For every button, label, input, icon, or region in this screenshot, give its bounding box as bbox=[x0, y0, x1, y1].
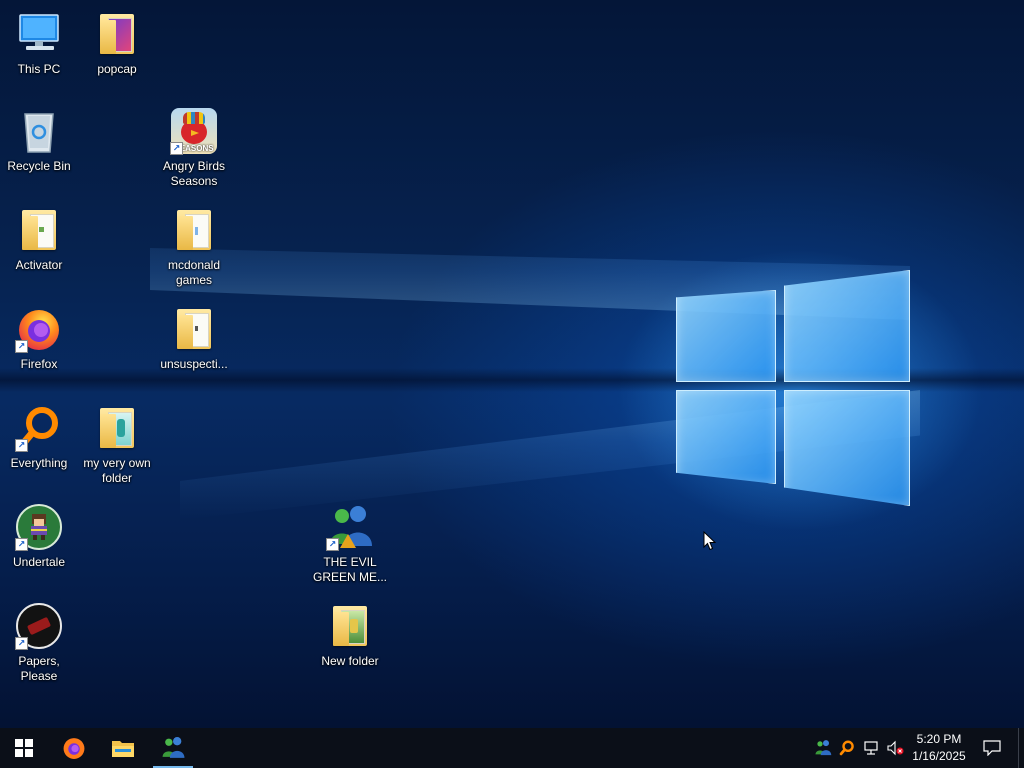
folder-icon bbox=[170, 305, 218, 353]
desktop-icon-label: Everything bbox=[10, 456, 68, 470]
desktop-icon-label: mcdonald games bbox=[167, 258, 221, 287]
undertale-icon: ↗ bbox=[15, 503, 63, 551]
desktop-icon-this-pc[interactable]: This PC bbox=[0, 10, 78, 77]
shortcut-arrow-icon: ↗ bbox=[170, 142, 183, 155]
taskbar-clock[interactable]: 5:20 PM 1/16/2025 bbox=[904, 731, 974, 765]
clock-date: 1/16/2025 bbox=[912, 749, 966, 763]
desktop-icon-papers-please[interactable]: ↗ Papers, Please bbox=[0, 602, 78, 684]
desktop-icon-firefox[interactable]: ↗ Firefox bbox=[0, 305, 78, 372]
desktop-icon-label: Recycle Bin bbox=[7, 159, 71, 173]
desktop-icon-label: Papers, Please bbox=[18, 654, 60, 683]
action-center-button[interactable] bbox=[978, 728, 1006, 768]
desktop-icon-my-very-own-folder[interactable]: my very own folder bbox=[78, 404, 156, 486]
network-icon[interactable] bbox=[860, 728, 882, 768]
shortcut-arrow-icon: ↗ bbox=[15, 439, 28, 452]
desktop-icon-activator[interactable]: Activator bbox=[0, 206, 78, 273]
desktop-icon-undertale[interactable]: ↗ Undertale bbox=[0, 503, 78, 570]
recycle-bin-icon bbox=[15, 107, 63, 155]
desktop-icon-label: Angry Birds Seasons bbox=[162, 159, 226, 188]
shortcut-arrow-icon: ↗ bbox=[15, 637, 28, 650]
everything-search-icon: ↗ bbox=[15, 404, 63, 452]
shortcut-arrow-icon: ↗ bbox=[326, 538, 339, 551]
taskbar: 5:20 PM 1/16/2025 bbox=[0, 728, 1024, 768]
wallpaper-logo-pane bbox=[676, 390, 776, 484]
taskbar-messenger-button[interactable] bbox=[149, 728, 197, 768]
angry-birds-icon: SEASONS ↗ bbox=[170, 107, 218, 155]
volume-muted-icon[interactable] bbox=[884, 728, 906, 768]
desktop[interactable]: This PC popcap Recycle Bin SEASONS ↗ Ang… bbox=[0, 0, 1024, 728]
firefox-icon: ↗ bbox=[15, 305, 63, 353]
msn-messenger-icon: ↗ bbox=[326, 503, 374, 551]
show-desktop-button[interactable] bbox=[1018, 728, 1024, 768]
desktop-icon-label: unsuspecti... bbox=[160, 357, 228, 371]
mouse-pointer-icon bbox=[703, 530, 717, 556]
papers-please-icon: ↗ bbox=[15, 602, 63, 650]
file-explorer-icon bbox=[112, 741, 134, 757]
desktop-icon-mcdonald-games[interactable]: mcdonald games bbox=[155, 206, 233, 288]
wallpaper-logo-pane bbox=[784, 390, 910, 506]
taskbar-firefox-button[interactable] bbox=[50, 728, 98, 768]
wallpaper-logo-pane bbox=[676, 290, 776, 382]
tray-everything-icon[interactable] bbox=[836, 728, 858, 768]
desktop-icon-popcap[interactable]: popcap bbox=[78, 10, 156, 77]
desktop-icon-label: New folder bbox=[321, 654, 379, 668]
folder-icon bbox=[170, 206, 218, 254]
clock-time: 5:20 PM bbox=[916, 732, 962, 746]
folder-icon bbox=[93, 10, 141, 58]
computer-icon bbox=[15, 10, 63, 58]
desktop-icon-label: THE EVIL GREEN ME... bbox=[312, 555, 387, 584]
notification-icon bbox=[983, 740, 1001, 756]
desktop-icon-new-folder[interactable]: New folder bbox=[311, 602, 389, 669]
folder-icon bbox=[15, 206, 63, 254]
desktop-icon-label: my very own folder bbox=[83, 456, 151, 485]
desktop-icon-the-evil-green-me[interactable]: ↗ THE EVIL GREEN ME... bbox=[311, 503, 389, 585]
folder-icon bbox=[93, 404, 141, 452]
taskbar-file-explorer-button[interactable] bbox=[99, 728, 147, 768]
desktop-icon-label: Firefox bbox=[20, 357, 58, 371]
tray-messenger-icon[interactable] bbox=[812, 728, 834, 768]
shortcut-arrow-icon: ↗ bbox=[15, 340, 28, 353]
desktop-icon-recycle-bin[interactable]: Recycle Bin bbox=[0, 107, 78, 174]
msn-messenger-icon bbox=[162, 737, 185, 758]
folder-icon bbox=[326, 602, 374, 650]
desktop-icon-angry-birds-seasons[interactable]: SEASONS ↗ Angry Birds Seasons bbox=[155, 107, 233, 189]
start-icon bbox=[15, 739, 33, 757]
desktop-icon-everything[interactable]: ↗ Everything bbox=[0, 404, 78, 471]
desktop-icon-label: Undertale bbox=[12, 555, 66, 569]
wallpaper-logo-pane bbox=[784, 270, 910, 382]
desktop-icon-label: This PC bbox=[17, 62, 61, 76]
firefox-icon bbox=[63, 738, 85, 759]
shortcut-arrow-icon: ↗ bbox=[15, 538, 28, 551]
start-button[interactable] bbox=[0, 728, 48, 768]
desktop-icon-label: Activator bbox=[15, 258, 63, 272]
desktop-icon-label: popcap bbox=[97, 62, 137, 76]
desktop-icon-unsuspecti[interactable]: unsuspecti... bbox=[155, 305, 233, 372]
